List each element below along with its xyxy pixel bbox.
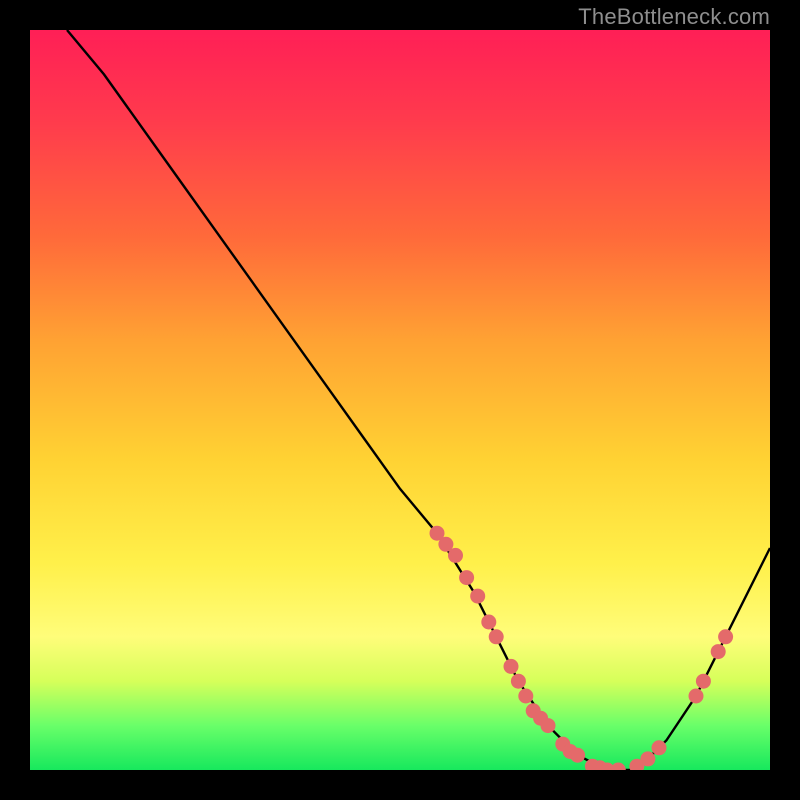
marker-dot bbox=[470, 589, 485, 604]
marker-dot bbox=[504, 659, 519, 674]
marker-dot bbox=[570, 748, 585, 763]
curve-layer bbox=[30, 30, 770, 770]
marker-dot bbox=[652, 740, 667, 755]
plot-area bbox=[30, 30, 770, 770]
marker-dot bbox=[611, 763, 626, 771]
marker-dot bbox=[448, 548, 463, 563]
watermark-text: TheBottleneck.com bbox=[578, 4, 770, 30]
marker-dot bbox=[459, 570, 474, 585]
marker-dots bbox=[430, 526, 734, 770]
marker-dot bbox=[689, 689, 704, 704]
marker-dot bbox=[711, 644, 726, 659]
marker-dot bbox=[518, 689, 533, 704]
marker-dot bbox=[541, 718, 556, 733]
marker-dot bbox=[489, 629, 504, 644]
bottleneck-curve bbox=[67, 30, 770, 770]
marker-dot bbox=[511, 674, 526, 689]
marker-dot bbox=[640, 751, 655, 766]
marker-dot bbox=[696, 674, 711, 689]
marker-dot bbox=[718, 629, 733, 644]
chart-frame: TheBottleneck.com bbox=[0, 0, 800, 800]
marker-dot bbox=[481, 615, 496, 630]
